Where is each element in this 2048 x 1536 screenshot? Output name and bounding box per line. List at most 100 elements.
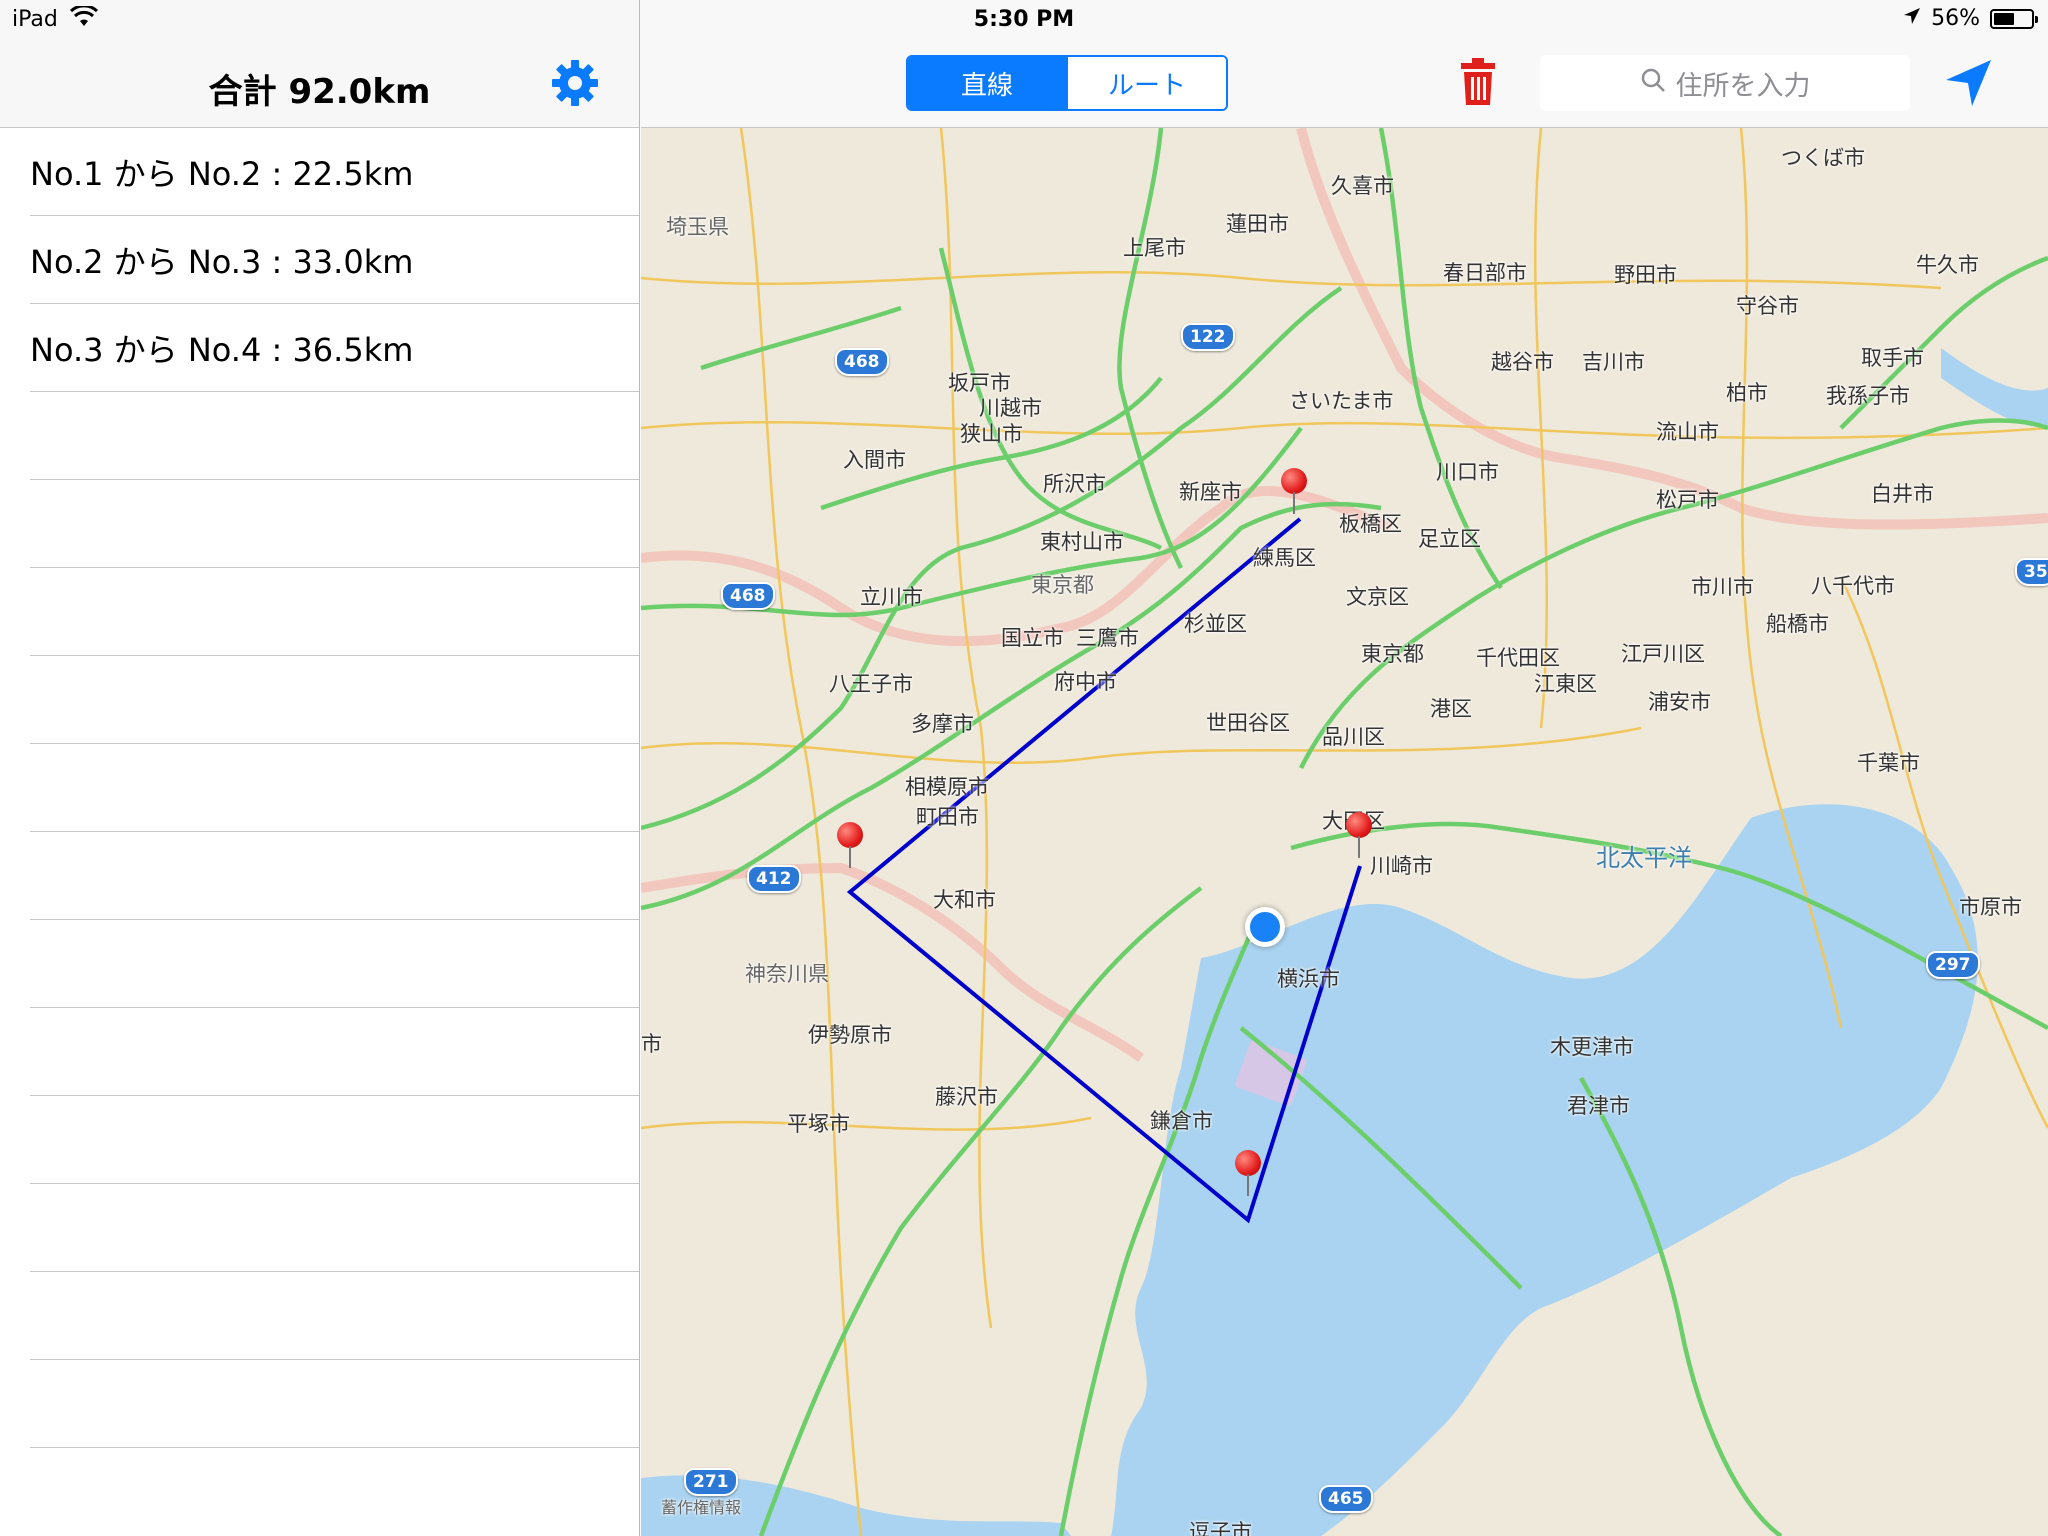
location-arrow-icon	[1903, 6, 1921, 31]
map-label: 杉並区	[1184, 612, 1247, 636]
empty-row	[30, 1272, 639, 1360]
route-shield: 271	[684, 1468, 738, 1496]
mode-straight-button[interactable]: 直線	[908, 57, 1066, 109]
battery-percent: 56%	[1931, 6, 1980, 31]
map-label: 多摩市	[911, 712, 974, 736]
map-label: 蓄作権情報	[661, 1498, 742, 1517]
map-label: 江東区	[1534, 672, 1597, 696]
distance-panel: 合計 92.0km No.1 から No.2 : 22.5km No.2 から …	[0, 0, 640, 1536]
empty-row	[30, 920, 639, 1008]
map-pin[interactable]	[835, 822, 865, 870]
user-location-dot	[1245, 907, 1285, 947]
map-label: 平塚市	[787, 1112, 850, 1136]
map-pin[interactable]	[1344, 812, 1374, 860]
map-label: 木更津市	[1550, 1035, 1634, 1059]
segment-distance: No.2 から No.3 : 33.0km	[30, 242, 414, 281]
map-label: 守谷市	[1736, 294, 1799, 318]
status-bar: iPad 5:30 PM 56%	[0, 0, 2048, 40]
empty-row	[30, 1184, 639, 1272]
map-label: 逗子市	[1189, 1520, 1252, 1536]
map-label: 狭山市	[960, 422, 1023, 446]
map-label: 松戸市	[1656, 488, 1719, 512]
empty-row	[30, 1096, 639, 1184]
map-label: 我孫子市	[1826, 384, 1910, 408]
segment-distance: No.3 から No.4 : 36.5km	[30, 330, 414, 369]
map-label: 東村山市	[1040, 530, 1124, 554]
total-distance-title: 合計 92.0km	[208, 72, 431, 112]
empty-row	[30, 568, 639, 656]
map-label: 取手市	[1861, 346, 1924, 370]
route-shield: 297	[1926, 951, 1980, 979]
mode-route-button[interactable]: ルート	[1066, 57, 1226, 109]
list-item[interactable]: No.2 から No.3 : 33.0km	[30, 216, 639, 304]
search-input[interactable]: 住所を入力	[1540, 55, 1910, 111]
map-label: 春日部市	[1443, 261, 1527, 285]
battery-icon	[1990, 8, 2038, 29]
empty-row	[30, 480, 639, 568]
empty-row	[30, 1360, 639, 1448]
map-label: 立川市	[860, 585, 923, 609]
map-label: 足立区	[1418, 527, 1481, 551]
map-label: 市	[641, 1032, 662, 1056]
map-label: 藤沢市	[935, 1085, 998, 1109]
map-label: 柏市	[1726, 381, 1768, 405]
map-label: つくば市	[1781, 146, 1865, 170]
map-label: 品川区	[1322, 725, 1385, 749]
map-label: 野田市	[1614, 263, 1677, 287]
map-pin[interactable]	[1279, 468, 1309, 516]
map-label: 川崎市	[1370, 854, 1433, 878]
map-label: 相模原市	[905, 775, 989, 799]
search-placeholder: 住所を入力	[1675, 70, 1811, 102]
trash-icon[interactable]	[1453, 55, 1503, 111]
gear-icon[interactable]	[550, 58, 600, 108]
list-item[interactable]: No.3 から No.4 : 36.5km	[30, 304, 639, 392]
route-shield: 35	[2015, 558, 2048, 586]
map-label: 越谷市	[1491, 350, 1554, 374]
map-label: さいたま市	[1289, 389, 1394, 413]
map-label: 新座市	[1179, 480, 1242, 504]
map-label: 港区	[1430, 697, 1472, 721]
map-label: 所沢市	[1043, 472, 1106, 496]
map-label: 東京都	[1361, 642, 1424, 666]
map-label: 川口市	[1436, 460, 1499, 484]
map-label: 神奈川県	[745, 962, 829, 986]
mode-segmented-control: 直線 ルート	[906, 55, 1228, 111]
route-shield: 468	[721, 582, 775, 610]
map-label: 東京都	[1031, 573, 1094, 597]
map-label: 町田市	[916, 805, 979, 829]
route-shield: 122	[1181, 323, 1235, 351]
segment-list: No.1 から No.2 : 22.5km No.2 から No.3 : 33.…	[0, 128, 639, 1448]
map-label: 文京区	[1346, 585, 1409, 609]
map-label: 府中市	[1054, 670, 1117, 694]
list-item[interactable]: No.1 から No.2 : 22.5km	[30, 128, 639, 216]
empty-row	[30, 832, 639, 920]
empty-row	[30, 656, 639, 744]
map-label: 埼玉県	[666, 215, 729, 239]
route-shield: 465	[1319, 1485, 1373, 1513]
route-shield: 412	[747, 865, 801, 893]
route-shield: 468	[835, 348, 889, 376]
map-label: 八王子市	[829, 672, 913, 696]
map-label: 吉川市	[1582, 350, 1645, 374]
map-label: 大和市	[933, 888, 996, 912]
map-label: 蓮田市	[1226, 212, 1289, 236]
map-pin[interactable]	[1233, 1150, 1263, 1198]
clock: 5:30 PM	[973, 7, 1075, 32]
map-label: 千葉市	[1857, 751, 1920, 775]
empty-row	[30, 1008, 639, 1096]
map-view[interactable]: 久喜市 つくば市 埼玉県 蓮田市 上尾市 春日部市 野田市 牛久市 坂戸市 川越…	[641, 128, 2048, 1536]
map-label: 船橋市	[1766, 612, 1829, 636]
map-label: 君津市	[1567, 1094, 1630, 1118]
map-label: 市川市	[1691, 575, 1754, 599]
magnifier-icon	[1640, 67, 1666, 100]
map-label: 練馬区	[1253, 546, 1316, 570]
location-arrow-icon[interactable]	[1941, 55, 1997, 111]
map-label: 久喜市	[1331, 174, 1394, 198]
map-label: 伊勢原市	[808, 1023, 892, 1047]
map-label: 市原市	[1959, 895, 2022, 919]
map-label: 横浜市	[1277, 967, 1340, 991]
empty-row	[30, 392, 639, 480]
map-label: 入間市	[843, 448, 906, 472]
map-label: 流山市	[1656, 420, 1719, 444]
map-label: 江戸川区	[1621, 642, 1705, 666]
